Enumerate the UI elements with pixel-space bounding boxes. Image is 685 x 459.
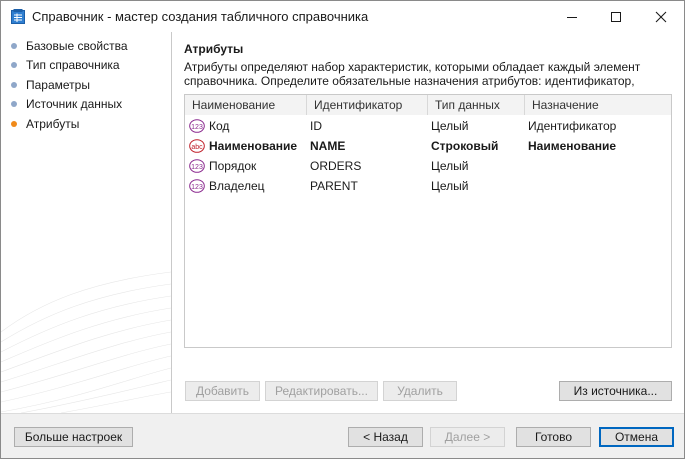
step-label: Тип справочника bbox=[26, 58, 120, 73]
back-button[interactable]: < Назад bbox=[348, 427, 423, 447]
window-title: Справочник - мастер создания табличного … bbox=[32, 9, 369, 24]
wizard-steps-list: Базовые свойства Тип справочника Парамет… bbox=[11, 36, 128, 134]
column-header-purpose[interactable]: Назначение bbox=[524, 95, 671, 115]
wizard-window: Справочник - мастер создания табличного … bbox=[0, 0, 685, 459]
column-header-data-type[interactable]: Тип данных bbox=[427, 95, 524, 115]
attribute-data-type: Строковый bbox=[431, 139, 499, 153]
step-active-indicator-icon bbox=[11, 120, 17, 127]
page-title: Атрибуты bbox=[184, 42, 244, 56]
step-label: Источник данных bbox=[26, 97, 123, 112]
step-label: Базовые свойства bbox=[26, 38, 128, 53]
minimize-button[interactable] bbox=[549, 1, 595, 32]
step-indicator-icon bbox=[11, 62, 17, 69]
edit-attribute-button[interactable]: Редактировать... bbox=[265, 381, 378, 401]
delete-attribute-button[interactable]: Удалить bbox=[383, 381, 457, 401]
column-header-identifier[interactable]: Идентификатор bbox=[306, 95, 427, 115]
svg-text:123: 123 bbox=[191, 124, 203, 131]
attribute-identifier: PARENT bbox=[310, 179, 358, 193]
attribute-name: Код bbox=[209, 119, 230, 133]
title-bar[interactable]: Справочник - мастер создания табличного … bbox=[1, 1, 684, 32]
next-button[interactable]: Далее > bbox=[430, 427, 505, 447]
attribute-name: Владелец bbox=[209, 179, 265, 193]
step-parameters[interactable]: Параметры bbox=[11, 75, 128, 95]
attributes-page: Атрибуты Атрибуты определяют набор харак… bbox=[172, 32, 684, 413]
attribute-identifier: ID bbox=[310, 119, 322, 133]
attribute-purpose: Идентификатор bbox=[528, 119, 617, 133]
svg-text:123: 123 bbox=[191, 184, 203, 191]
maximize-button[interactable] bbox=[593, 1, 639, 32]
more-settings-button[interactable]: Больше настроек bbox=[14, 427, 133, 447]
done-button[interactable]: Готово bbox=[516, 427, 591, 447]
string-type-icon: abc bbox=[189, 139, 205, 153]
attribute-purpose: Наименование bbox=[528, 139, 617, 153]
numeric-type-icon: 123 bbox=[189, 179, 205, 193]
step-label: Параметры bbox=[26, 77, 90, 92]
close-button[interactable] bbox=[638, 1, 684, 32]
attribute-identifier: NAME bbox=[310, 139, 346, 153]
svg-text:123: 123 bbox=[191, 164, 203, 171]
column-header-name[interactable]: Наименование bbox=[185, 95, 306, 115]
table-row[interactable]: abc Наименование NAME Строковый Наименов… bbox=[185, 136, 671, 156]
maximize-icon bbox=[611, 11, 621, 22]
from-source-button[interactable]: Из источника... bbox=[559, 381, 672, 401]
document-table-icon bbox=[11, 9, 25, 24]
wizard-steps-panel: Базовые свойства Тип справочника Парамет… bbox=[1, 32, 171, 413]
step-label: Атрибуты bbox=[26, 116, 80, 131]
table-row[interactable]: 123 Владелец PARENT Целый bbox=[185, 176, 671, 196]
table-row[interactable]: 123 Код ID Целый Идентификатор bbox=[185, 116, 671, 136]
step-dictionary-type[interactable]: Тип справочника bbox=[11, 56, 128, 76]
add-attribute-button[interactable]: Добавить bbox=[185, 381, 260, 401]
step-basic-properties[interactable]: Базовые свойства bbox=[11, 36, 128, 56]
attributes-table[interactable]: Наименование Идентификатор Тип данных На… bbox=[184, 94, 672, 348]
numeric-type-icon: 123 bbox=[189, 159, 205, 173]
step-indicator-icon bbox=[11, 42, 17, 49]
attribute-data-type: Целый bbox=[431, 179, 469, 193]
close-icon bbox=[655, 11, 667, 22]
step-data-source[interactable]: Источник данных bbox=[11, 95, 128, 115]
attribute-identifier: ORDERS bbox=[310, 159, 362, 173]
numeric-type-icon: 123 bbox=[189, 119, 205, 133]
minimize-icon bbox=[567, 16, 577, 18]
attribute-name: Наименование bbox=[209, 139, 298, 153]
attribute-name: Порядок bbox=[209, 159, 257, 173]
step-attributes[interactable]: Атрибуты bbox=[11, 114, 128, 134]
wizard-footer: Больше настроек < Назад Далее > Готово О… bbox=[1, 414, 684, 458]
page-description: Атрибуты определяют набор характеристик,… bbox=[184, 60, 641, 88]
svg-text:abc: abc bbox=[191, 144, 203, 151]
attribute-data-type: Целый bbox=[431, 159, 469, 173]
table-row[interactable]: 123 Порядок ORDERS Целый bbox=[185, 156, 671, 176]
cancel-button[interactable]: Отмена bbox=[599, 427, 674, 447]
step-indicator-icon bbox=[11, 101, 17, 108]
table-header: Наименование Идентификатор Тип данных На… bbox=[185, 95, 671, 115]
attribute-data-type: Целый bbox=[431, 119, 469, 133]
step-indicator-icon bbox=[11, 81, 17, 88]
